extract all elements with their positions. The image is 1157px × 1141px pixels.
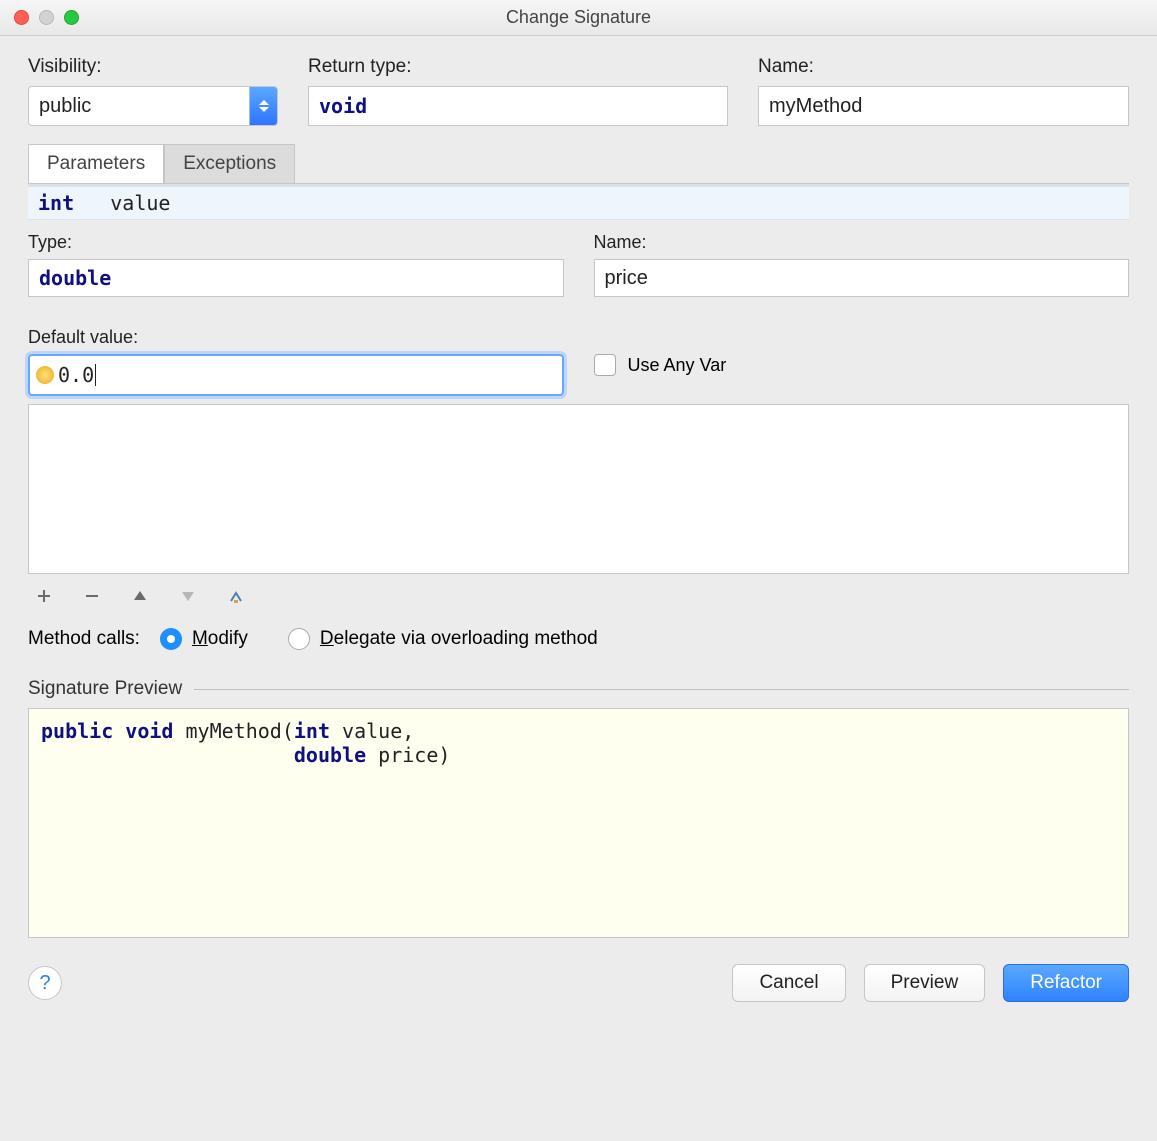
add-icon[interactable]: [34, 586, 54, 606]
default-value-label: Default value:: [28, 327, 564, 348]
tab-exceptions[interactable]: Exceptions: [164, 144, 295, 183]
method-name-label: Name:: [758, 56, 1129, 78]
propagate-icon[interactable]: [226, 586, 246, 606]
parameter-blank-area: [28, 404, 1129, 574]
return-type-input[interactable]: void: [308, 86, 728, 126]
default-value-input[interactable]: 0.0: [28, 354, 564, 396]
parameter-row[interactable]: int value: [28, 186, 1129, 220]
signature-preview: public void myMethod(int value, double p…: [28, 708, 1129, 938]
method-calls-label: Method calls:: [28, 628, 140, 650]
intention-bulb-icon[interactable]: [36, 366, 54, 384]
preview-method-name: myMethod(: [186, 719, 294, 743]
window-title: Change Signature: [0, 7, 1157, 28]
radio-modify[interactable]: [160, 628, 182, 650]
default-value-text: 0.0: [58, 363, 94, 387]
radio-modify-label: Modify: [192, 628, 248, 650]
param-row-type: int: [38, 191, 74, 215]
method-name-value: myMethod: [769, 95, 862, 118]
cancel-button[interactable]: Cancel: [732, 964, 845, 1002]
return-type-value: void: [319, 94, 367, 118]
method-name-input[interactable]: myMethod: [758, 86, 1129, 126]
chevron-up-icon: [259, 100, 269, 105]
chevron-down-icon: [259, 107, 269, 112]
move-up-icon[interactable]: [130, 586, 150, 606]
type-label: Type:: [28, 232, 564, 253]
return-type-label: Return type:: [308, 56, 728, 78]
preview-kw-int: int: [294, 719, 330, 743]
param-type-input[interactable]: double: [28, 259, 564, 297]
radio-delegate-label: Delegate via overloading method: [320, 628, 598, 650]
use-any-var-checkbox[interactable]: [594, 354, 616, 376]
param-name-value: price: [605, 267, 648, 290]
visibility-dropdown-button[interactable]: [249, 87, 277, 125]
parameter-toolbar: [28, 574, 1129, 614]
divider: [194, 689, 1129, 690]
titlebar: Change Signature: [0, 0, 1157, 36]
refactor-button[interactable]: Refactor: [1003, 964, 1129, 1002]
use-any-var-label: Use Any Var: [628, 355, 727, 376]
signature-preview-label: Signature Preview: [28, 678, 182, 700]
visibility-value: public: [29, 87, 249, 125]
visibility-label: Visibility:: [28, 56, 278, 78]
radio-delegate[interactable]: [288, 628, 310, 650]
tab-parameters[interactable]: Parameters: [28, 144, 164, 183]
help-button[interactable]: ?: [28, 966, 62, 1000]
spacer-label: [594, 327, 1130, 348]
preview-param2: price): [366, 743, 450, 767]
move-down-icon: [178, 586, 198, 606]
param-type-value: double: [39, 266, 111, 290]
visibility-select[interactable]: public: [28, 86, 278, 126]
text-caret: [95, 364, 96, 386]
preview-pad: [41, 743, 294, 767]
preview-kw-public: public: [41, 719, 113, 743]
param-name-input[interactable]: price: [594, 259, 1130, 297]
preview-button[interactable]: Preview: [864, 964, 986, 1002]
preview-param1: value,: [330, 719, 414, 743]
param-row-name: value: [110, 191, 170, 215]
tabs: Parameters Exceptions: [28, 144, 1129, 184]
preview-kw-double: double: [294, 743, 366, 767]
param-name-label: Name:: [594, 232, 1130, 253]
preview-kw-void: void: [125, 719, 173, 743]
parameter-list: int value: [28, 184, 1129, 220]
remove-icon[interactable]: [82, 586, 102, 606]
